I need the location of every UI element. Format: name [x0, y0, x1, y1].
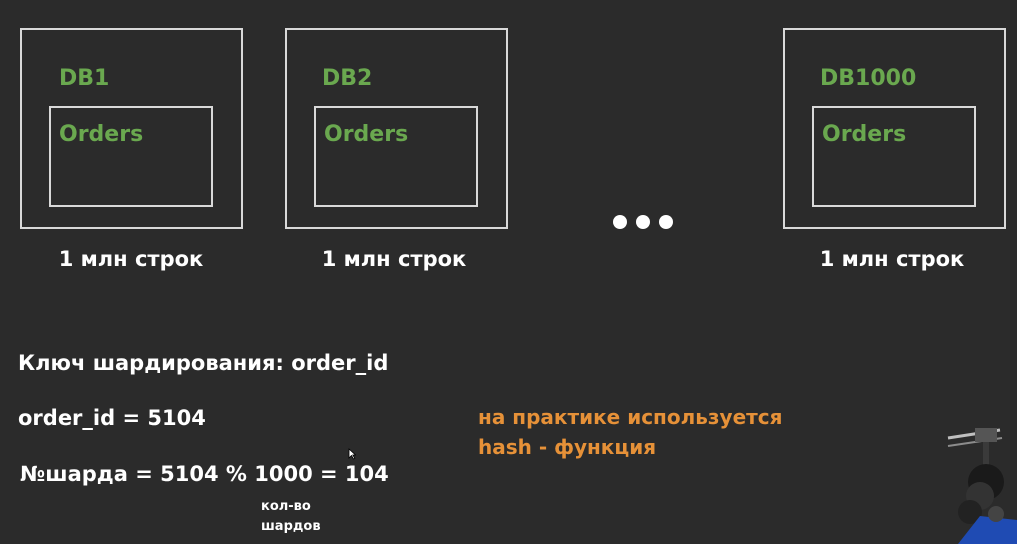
db1-orders-label: Orders: [59, 122, 144, 147]
ellipsis-dots: [613, 215, 673, 229]
db1-box: DB1 Orders: [20, 28, 243, 229]
db2-orders-label: Orders: [324, 122, 409, 147]
note-line-2: шардов: [261, 519, 321, 534]
practice-note-line-2: hash - функция: [478, 435, 657, 459]
mouse-cursor-icon: [348, 448, 356, 460]
db1000-rows-caption: 1 млн строк: [819, 247, 965, 271]
dot: [613, 215, 627, 229]
db2-box: DB2 Orders: [285, 28, 508, 229]
db1000-title: DB1000: [820, 66, 917, 91]
db1-rows-caption: 1 млн строк: [58, 247, 204, 271]
shard-count-note: кол-во шардов: [261, 497, 321, 537]
shard-formula-line: №шарда = 5104 % 1000 = 104: [20, 462, 389, 486]
db2-title: DB2: [322, 66, 373, 91]
dot: [636, 215, 650, 229]
db1-orders-table: Orders: [49, 106, 213, 207]
db1000-orders-label: Orders: [822, 122, 907, 147]
order-id-line: order_id = 5104: [18, 406, 206, 430]
db2-orders-table: Orders: [314, 106, 478, 207]
practice-note: на практике используется hash - функция: [478, 402, 782, 462]
db2-rows-caption: 1 млн строк: [321, 247, 467, 271]
practice-note-line-1: на практике используется: [478, 405, 783, 429]
db1000-box: DB1000 Orders: [783, 28, 1006, 229]
db1000-orders-table: Orders: [812, 106, 976, 207]
dot: [659, 215, 673, 229]
note-line-1: кол-во: [261, 499, 311, 514]
db1-title: DB1: [59, 66, 110, 91]
camera-thumbnail: [940, 420, 1017, 544]
sharding-key-line: Ключ шардирования: order_id: [18, 351, 389, 375]
